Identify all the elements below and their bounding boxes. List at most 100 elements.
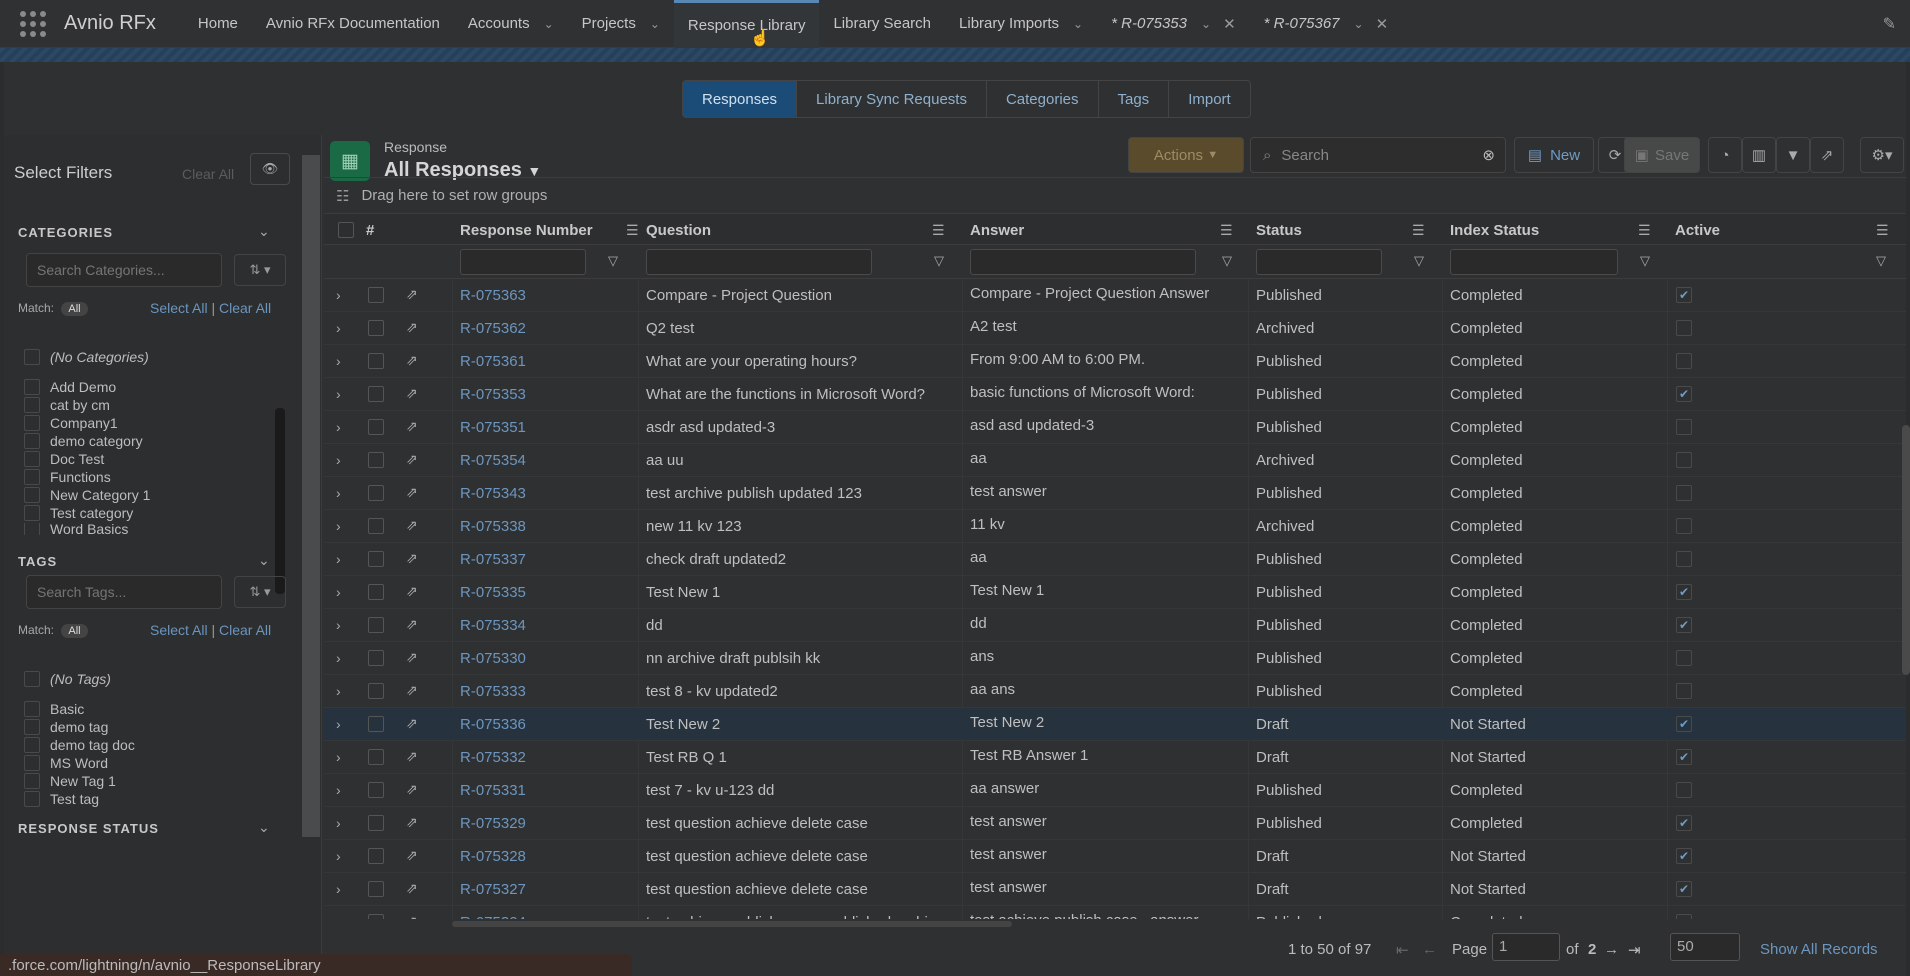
- filter-funnel-icon[interactable]: ▽: [1876, 253, 1886, 269]
- col-header-answer[interactable]: Answer: [970, 214, 1024, 246]
- table-row[interactable]: › ⇗ R-075330 nn archive draft publsih kk ans…: [324, 642, 1906, 675]
- category-checkbox[interactable]: [24, 523, 40, 535]
- row-checkbox[interactable]: [368, 848, 384, 864]
- category-checkbox[interactable]: [24, 415, 40, 431]
- open-record-icon[interactable]: ⇗: [406, 781, 418, 798]
- table-row[interactable]: › ⇗ R-075361 What are your operating hours?…: [324, 345, 1906, 378]
- first-page-icon[interactable]: ⇤: [1396, 941, 1409, 959]
- table-row[interactable]: › ⇗ R-075336 Test New 2 Test New 2 Draft Not S…: [324, 708, 1906, 741]
- col-header-index-status[interactable]: Index Status: [1450, 214, 1539, 246]
- response-number-link[interactable]: R-075330: [460, 642, 630, 675]
- col-header-question[interactable]: Question: [646, 214, 711, 246]
- col-header-status[interactable]: Status: [1256, 214, 1302, 246]
- match-value[interactable]: All: [61, 302, 88, 316]
- filter-response-number-input[interactable]: [460, 249, 586, 275]
- expand-row-chevron-icon[interactable]: ›: [336, 551, 341, 567]
- popout-icon[interactable]: ⇗: [1810, 137, 1844, 173]
- filter-clear-all[interactable]: Clear All: [182, 166, 234, 182]
- active-checkbox[interactable]: [1676, 683, 1692, 699]
- table-row[interactable]: › ⇗ R-075334 dd dd Published Completed ✔: [324, 609, 1906, 642]
- response-number-link[interactable]: R-075363: [460, 279, 630, 312]
- response-number-link[interactable]: R-075333: [460, 675, 630, 708]
- category-item[interactable]: Functions: [24, 469, 111, 485]
- page-size-input[interactable]: 50: [1670, 933, 1740, 961]
- active-checkbox[interactable]: [1676, 320, 1692, 336]
- response-number-link[interactable]: R-075332: [460, 741, 630, 774]
- response-number-link[interactable]: R-075338: [460, 510, 630, 543]
- row-group-drop-zone[interactable]: ☷ Drag here to set row groups: [324, 177, 1906, 213]
- categories-sort-icon[interactable]: ⇅ ▾: [234, 254, 286, 286]
- filter-question-input[interactable]: [646, 249, 872, 275]
- active-checkbox[interactable]: ✔: [1676, 617, 1692, 633]
- category-item[interactable]: (No Categories): [24, 349, 149, 365]
- expand-row-chevron-icon[interactable]: ›: [336, 419, 341, 435]
- nav-item-8[interactable]: * R-075367 ⌄ ✕: [1250, 0, 1403, 48]
- table-row[interactable]: › ⇗ R-075363 Compare - Project Question Comp…: [324, 279, 1906, 312]
- row-checkbox[interactable]: [368, 353, 384, 369]
- open-record-icon[interactable]: ⇗: [406, 748, 418, 765]
- response-number-link[interactable]: R-075337: [460, 543, 630, 576]
- row-checkbox[interactable]: [368, 419, 384, 435]
- open-record-icon[interactable]: ⇗: [406, 715, 418, 732]
- category-item[interactable]: Word Basics: [24, 523, 128, 535]
- expand-row-chevron-icon[interactable]: ›: [336, 848, 341, 864]
- response-number-link[interactable]: R-075328: [460, 840, 630, 873]
- response-status-chevron-icon[interactable]: ⌄: [258, 819, 270, 836]
- close-icon[interactable]: ✕: [1376, 15, 1389, 33]
- table-row[interactable]: › ⇗ R-075354 aa uu aa Archived Completed: [324, 444, 1906, 477]
- expand-row-chevron-icon[interactable]: ›: [336, 881, 341, 897]
- category-item[interactable]: demo category: [24, 433, 143, 449]
- tag-item[interactable]: (No Tags): [24, 671, 111, 687]
- active-checkbox[interactable]: [1676, 452, 1692, 468]
- next-page-icon[interactable]: →: [1604, 941, 1619, 958]
- column-menu-icon[interactable]: ☰: [1220, 222, 1233, 239]
- categories-clear-all[interactable]: Clear All: [219, 300, 271, 316]
- open-record-icon[interactable]: ⇗: [406, 880, 418, 897]
- table-row[interactable]: › ⇗ R-075329 test question achieve delete c…: [324, 807, 1906, 840]
- list-search-box[interactable]: ⌕ Search ⊗: [1250, 137, 1506, 173]
- active-checkbox[interactable]: ✔: [1676, 848, 1692, 864]
- table-row[interactable]: › ⇗ R-075353 What are the functions in Micr…: [324, 378, 1906, 411]
- nav-item-2[interactable]: Accounts ⌄: [454, 0, 568, 48]
- table-row[interactable]: › ⇗ R-075362 Q2 test A2 test Archived Complete…: [324, 312, 1906, 345]
- nav-item-5[interactable]: Library Search: [819, 0, 945, 48]
- active-checkbox[interactable]: ✔: [1676, 584, 1692, 600]
- column-menu-icon[interactable]: ☰: [932, 222, 945, 239]
- show-all-records-link[interactable]: Show All Records: [1760, 941, 1878, 958]
- open-record-icon[interactable]: ⇗: [406, 913, 418, 919]
- response-number-link[interactable]: R-075324: [460, 906, 630, 919]
- filter-funnel-icon[interactable]: ▽: [1414, 253, 1424, 269]
- filter-status-input[interactable]: [1256, 249, 1382, 275]
- response-number-link[interactable]: R-075353: [460, 378, 630, 411]
- table-row[interactable]: › ⇗ R-075327 test question achieve delete c…: [324, 873, 1906, 906]
- active-checkbox[interactable]: [1676, 914, 1692, 919]
- open-record-icon[interactable]: ⇗: [406, 385, 418, 402]
- category-checkbox[interactable]: [24, 469, 40, 485]
- expand-row-chevron-icon[interactable]: ›: [336, 452, 341, 468]
- open-record-icon[interactable]: ⇗: [406, 451, 418, 468]
- filter-index-status-input[interactable]: [1450, 249, 1618, 275]
- category-item[interactable]: New Category 1: [24, 487, 150, 503]
- filter-funnel-icon[interactable]: ▽: [608, 253, 618, 269]
- subtab-2[interactable]: Categories: [987, 81, 1099, 117]
- filter-funnel-icon[interactable]: ▽: [934, 253, 944, 269]
- row-checkbox[interactable]: [368, 518, 384, 534]
- expand-row-chevron-icon[interactable]: ›: [336, 617, 341, 633]
- response-number-link[interactable]: R-075334: [460, 609, 630, 642]
- table-row[interactable]: › ⇗ R-075337 check draft updated2 aa Publishe…: [324, 543, 1906, 576]
- open-record-icon[interactable]: ⇗: [406, 352, 418, 369]
- open-record-icon[interactable]: ⇗: [406, 319, 418, 336]
- expand-row-chevron-icon[interactable]: ›: [336, 749, 341, 765]
- column-menu-icon[interactable]: ☰: [1412, 222, 1425, 239]
- category-item[interactable]: Doc Test: [24, 451, 104, 467]
- nav-item-0[interactable]: Home: [184, 0, 252, 48]
- clear-search-icon[interactable]: ⊗: [1482, 146, 1495, 164]
- active-checkbox[interactable]: [1676, 551, 1692, 567]
- gear-icon[interactable]: ⚙▾: [1860, 137, 1904, 173]
- active-checkbox[interactable]: ✔: [1676, 881, 1692, 897]
- tag-checkbox[interactable]: [24, 773, 40, 789]
- nav-item-3[interactable]: Projects ⌄: [568, 0, 674, 48]
- response-number-link[interactable]: R-075351: [460, 411, 630, 444]
- select-all-checkbox[interactable]: [338, 222, 354, 238]
- tag-checkbox[interactable]: [24, 737, 40, 753]
